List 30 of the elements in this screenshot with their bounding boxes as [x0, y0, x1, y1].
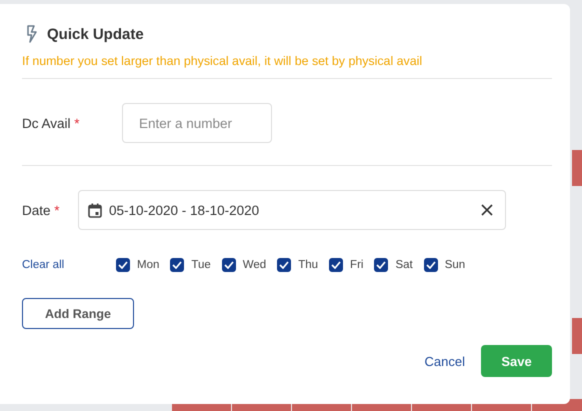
warning-text: If number you set larger than physical avail, it will be set by physical avail: [22, 54, 424, 68]
day-label: Sun: [444, 259, 466, 271]
day-label: Sat: [395, 259, 413, 271]
checkbox[interactable]: [374, 258, 388, 272]
highlighted-cell: [572, 150, 582, 186]
highlighted-cell: [572, 318, 582, 354]
day-label: Fri: [350, 259, 364, 271]
clear-all-link[interactable]: Clear all: [22, 259, 116, 271]
checkbox[interactable]: [329, 258, 344, 272]
day-label: Thu: [298, 259, 318, 271]
lightning-icon: [25, 25, 38, 43]
checkbox[interactable]: [424, 258, 438, 272]
checkbox[interactable]: [170, 258, 184, 272]
required-mark: *: [74, 116, 80, 130]
field-label: Dc Avail: [22, 116, 71, 130]
day-label: Wed: [242, 259, 266, 271]
day-label: Mon: [137, 259, 160, 271]
checkbox[interactable]: [116, 258, 130, 272]
number-input[interactable]: Enter a number: [122, 103, 272, 143]
add-range-button[interactable]: Add Range: [22, 298, 134, 329]
dialog-title: Quick Update: [47, 26, 144, 42]
field-label: Date: [22, 202, 51, 218]
day-label: Tue: [191, 259, 211, 271]
checkbox[interactable]: [277, 258, 292, 272]
clear-icon[interactable]: [481, 204, 493, 216]
calendar-icon: [88, 202, 102, 218]
cancel-button[interactable]: Cancel: [418, 350, 471, 372]
date-range-field[interactable]: 05-10-2020 - 18-10-2020: [78, 190, 506, 230]
required-mark: *: [54, 202, 60, 218]
checkbox[interactable]: [222, 258, 236, 272]
